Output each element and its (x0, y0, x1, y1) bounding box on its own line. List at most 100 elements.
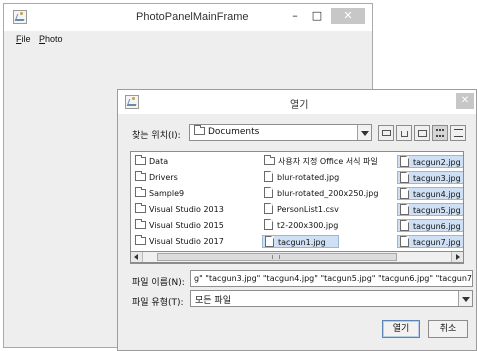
list-item-label: tacgun6.jpg (413, 222, 461, 231)
details-view-button[interactable] (450, 125, 466, 141)
file-icon (400, 236, 409, 247)
list-item-label: 사용자 지정 Office 서식 파일 (278, 157, 378, 166)
look-in-value: Documents (194, 125, 260, 137)
open-button[interactable]: 열기 (382, 320, 420, 338)
home-icon (401, 131, 408, 137)
dialog-close-button[interactable]: ✕ (456, 93, 474, 109)
list-item[interactable]: blur-rotated_200x250.jpg (262, 187, 378, 200)
look-in-value-text: Documents (208, 127, 260, 137)
up-folder-button[interactable] (378, 125, 394, 141)
list-item-label: tacgun3.jpg (413, 174, 461, 183)
scrollbar-thumb[interactable] (157, 253, 397, 261)
new-folder-icon (418, 130, 427, 137)
file-name-label: 파일 이름(N): (132, 278, 185, 288)
open-file-dialog: 열기 ✕ 찾는 위치(I): Documents Data Drivers Samp… (117, 89, 477, 351)
folder-icon (135, 235, 146, 245)
file-icon (400, 172, 409, 183)
list-item[interactable]: tacgun2.jpg (397, 155, 463, 168)
list-item-label: Visual Studio 2015 (149, 221, 224, 230)
chevron-down-icon[interactable] (458, 291, 472, 306)
look-in-combo[interactable]: Documents (189, 124, 372, 141)
list-item-label: PersonList1.csv (277, 205, 339, 214)
list-item-label: Drivers (149, 173, 178, 182)
list-item[interactable]: Drivers (133, 171, 178, 184)
file-icon (400, 204, 409, 215)
list-item[interactable]: PersonList1.csv (262, 203, 339, 216)
file-type-combo[interactable]: 모든 파일 (190, 290, 473, 307)
list-item-label: tacgun7.jpg (413, 238, 461, 247)
list-item[interactable]: tacgun3.jpg (397, 171, 463, 184)
menu-bar: File Photo (4, 31, 372, 48)
folder-icon (264, 155, 275, 165)
list-item[interactable]: tacgun7.jpg (397, 235, 463, 248)
folder-icon (135, 219, 146, 229)
file-icon (264, 219, 273, 230)
list-item[interactable]: tacgun6.jpg (397, 219, 463, 232)
list-item-label: tacgun2.jpg (413, 158, 461, 167)
file-type-value: 모든 파일 (195, 296, 231, 306)
list-item-label: blur-rotated.jpg (277, 173, 340, 182)
list-item[interactable]: 사용자 지정 Office 서식 파일 (262, 155, 378, 168)
list-item-label: tacgun1.jpg (278, 238, 326, 247)
list-item[interactable]: Visual Studio 2015 (133, 219, 224, 232)
maximize-button[interactable]: □ (309, 8, 325, 24)
menu-photo-label: hoto (45, 34, 63, 44)
list-item-label: blur-rotated_200x250.jpg (277, 189, 379, 198)
home-button[interactable] (396, 125, 412, 141)
file-icon (400, 220, 409, 231)
folder-icon (135, 203, 146, 213)
minimize-button[interactable]: – (287, 8, 303, 24)
file-icon (265, 236, 274, 247)
java-app-icon (13, 10, 27, 24)
horizontal-scrollbar[interactable] (130, 251, 464, 263)
scroll-left-arrow-icon[interactable] (131, 252, 143, 262)
details-view-icon (454, 129, 463, 137)
dialog-title: 열기 (290, 100, 309, 111)
folder-icon (194, 125, 205, 135)
folder-icon (135, 155, 146, 165)
list-item[interactable]: Sample9 (133, 187, 184, 200)
new-folder-button[interactable] (414, 125, 430, 141)
menu-photo[interactable]: Photo (39, 34, 63, 44)
file-list[interactable]: Data Drivers Sample9 Visual Studio 2013 Visu… (130, 151, 464, 264)
list-item[interactable]: t2-200x300.jpg (262, 219, 338, 232)
list-item-label: Data (149, 157, 169, 166)
folder-icon (135, 171, 146, 181)
file-name-input[interactable] (191, 271, 472, 286)
file-name-field[interactable] (190, 270, 473, 287)
list-item-label: Visual Studio 2013 (149, 205, 224, 214)
list-item-label: tacgun4.jpg (413, 190, 461, 199)
file-icon (400, 188, 409, 199)
list-item-label: t2-200x300.jpg (277, 221, 339, 230)
cancel-button[interactable]: 취소 (428, 320, 468, 338)
list-item[interactable]: blur-rotated.jpg (262, 171, 339, 184)
list-item[interactable]: tacgun4.jpg (397, 187, 463, 200)
scroll-right-arrow-icon[interactable] (451, 252, 463, 262)
list-view-button[interactable] (432, 125, 448, 141)
main-titlebar[interactable]: PhotoPanelMainFrame – □ ✕ (4, 4, 372, 31)
list-view-icon (436, 129, 444, 137)
file-icon (400, 156, 409, 167)
list-item[interactable]: tacgun1.jpg (262, 235, 340, 248)
file-icon (264, 187, 273, 198)
dialog-java-icon (125, 95, 139, 109)
file-icon (264, 203, 273, 214)
scroll-grip-icon (272, 255, 280, 259)
list-item[interactable]: Visual Studio 2013 (133, 203, 224, 216)
list-item[interactable]: tacgun5.jpg (397, 203, 463, 216)
list-item-label: Visual Studio 2017 (149, 237, 224, 246)
list-item[interactable]: Data (133, 155, 168, 168)
list-item-label: Sample9 (149, 189, 185, 198)
main-window-title: PhotoPanelMainFrame (136, 11, 249, 23)
dialog-titlebar[interactable]: 열기 ✕ (118, 90, 476, 114)
close-button[interactable]: ✕ (331, 8, 365, 24)
file-type-label: 파일 유형(T): (132, 298, 184, 308)
look-in-label: 찾는 위치(I): (132, 131, 181, 141)
up-folder-icon (382, 130, 391, 136)
file-icon (264, 171, 273, 182)
list-item[interactable]: Visual Studio 2017 (133, 235, 224, 248)
folder-icon (135, 187, 146, 197)
list-item-label: tacgun5.jpg (413, 206, 461, 215)
chevron-down-icon[interactable] (357, 125, 371, 140)
menu-file[interactable]: File (16, 34, 31, 44)
